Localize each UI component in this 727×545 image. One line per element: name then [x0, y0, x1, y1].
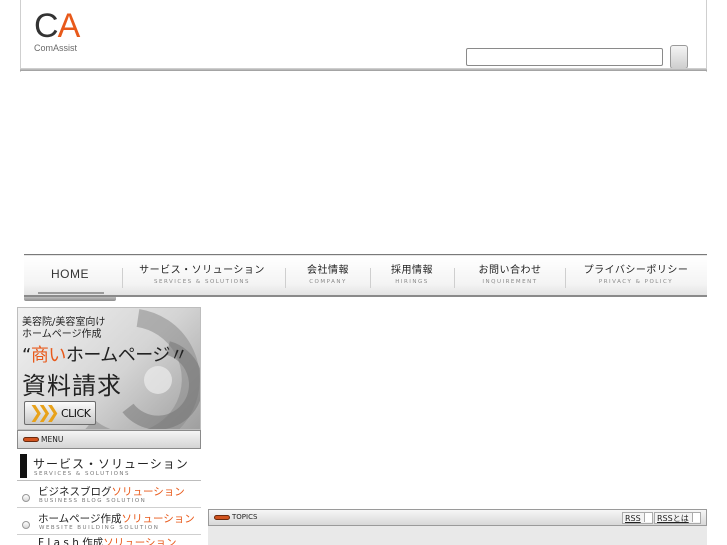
site-header: CA ComAssist — [20, 0, 707, 72]
nav-bottom-rule — [24, 295, 707, 297]
header-divider — [20, 68, 707, 71]
search-input[interactable] — [466, 48, 663, 66]
nav-inquiry-sublabel: INQUIREMENT — [482, 279, 538, 285]
global-nav: HOME サービス・ソリューション SERVICES & SOLUTIONS 会… — [24, 255, 707, 296]
topics-body — [208, 526, 707, 545]
sidebar-item-label: ビジネスブログソリューション — [38, 486, 185, 498]
nav-services-label: サービス・ソリューション — [139, 265, 265, 276]
sidebar-item-services[interactable]: サービス・ソリューション SERVICES & SOLUTIONS — [17, 452, 201, 481]
logo[interactable]: CA ComAssist — [34, 9, 94, 54]
rss-link[interactable]: RSS — [622, 512, 653, 524]
logo-mark: CA — [34, 7, 80, 45]
rss-icon — [643, 513, 652, 522]
nav-separator — [454, 268, 455, 288]
nav-services-sublabel: SERVICES & SOLUTIONS — [153, 279, 251, 285]
sidebar-item-sublabel: BUSINESS BLOG SOLUTION — [39, 498, 147, 504]
rss-about-link[interactable]: RSSとは — [654, 512, 701, 524]
nav-home-label: HOME — [51, 267, 89, 281]
nav-separator — [285, 268, 286, 288]
bullet-icon — [22, 494, 30, 502]
logo-subtitle: ComAssist — [34, 43, 78, 53]
search-button[interactable] — [670, 45, 688, 69]
nav-hirings-sublabel: HIRINGS — [395, 279, 429, 285]
sidebar-item-label: サービス・ソリューション — [33, 457, 189, 471]
nav-services[interactable]: サービス・ソリューション SERVICES & SOLUTIONS — [128, 265, 276, 291]
menu-header: MENU — [17, 430, 201, 449]
sidebar-item-business-blog[interactable]: ビジネスブログソリューション BUSINESS BLOG SOLUTION — [17, 482, 201, 508]
brochure-request-banner[interactable]: 美容院/美容室向け ホームページ作成 “商いホームページ〃 資料請求 ❯❯❯ C… — [17, 307, 201, 430]
banner-headline: “商いホームページ〃 — [22, 345, 188, 366]
topics-label: TOPICS — [232, 513, 258, 521]
nav-hirings-label: 採用情報 — [391, 265, 433, 276]
sidebar-item-sublabel: SERVICES & SOLUTIONS — [34, 471, 131, 477]
nav-privacy-sublabel: PRIVACY & POLICY — [598, 279, 674, 285]
nav-company[interactable]: 会社情報 COMPANY — [290, 265, 366, 291]
banner-line-2: ホームページ作成 — [22, 329, 102, 340]
chevron-right-icon: ❯❯❯ — [29, 403, 60, 423]
banner-click-button[interactable]: ❯❯❯ CLICK — [24, 401, 96, 425]
nav-separator — [565, 268, 566, 288]
nav-inquiry-label: お問い合わせ — [478, 265, 542, 276]
banner-click-label: CLICK — [61, 407, 91, 420]
sidebar-item-label: F l a s h 作成ソリューション — [38, 537, 177, 545]
nav-hirings[interactable]: 採用情報 HIRINGS — [374, 265, 450, 291]
banner-request-text: 資料請求 — [22, 372, 122, 400]
bullet-icon — [22, 521, 30, 529]
page: { "header": { "logo_c": "C", "logo_a": "… — [0, 0, 727, 545]
pill-icon — [23, 437, 39, 442]
nav-company-label: 会社情報 — [307, 265, 349, 276]
nav-tab-tail — [24, 297, 116, 301]
menu-header-label: MENU — [41, 435, 64, 444]
nav-privacy[interactable]: プライバシーポリシー PRIVACY & POLICY — [572, 265, 700, 291]
nav-home[interactable]: HOME — [30, 265, 110, 294]
sidebar-item-flash[interactable]: F l a s h 作成ソリューション — [17, 536, 201, 545]
active-marker — [20, 454, 27, 478]
pill-icon — [214, 515, 230, 520]
nav-separator — [122, 268, 123, 288]
rss-about-icon — [691, 513, 700, 522]
nav-inquiry[interactable]: お問い合わせ INQUIREMENT — [460, 265, 560, 291]
topics-header: TOPICS RSS RSSとは — [208, 509, 707, 526]
nav-privacy-label: プライバシーポリシー — [583, 265, 689, 276]
sidebar-item-sublabel: WEBSITE BUILDING SOLUTION — [39, 525, 160, 531]
nav-company-sublabel: COMPANY — [309, 279, 347, 285]
sidebar-item-website-building[interactable]: ホームページ作成ソリューション WEBSITE BUILDING SOLUTIO… — [17, 509, 201, 535]
nav-separator — [370, 268, 371, 288]
nav-home-underline — [38, 292, 104, 294]
sidebar-item-label: ホームページ作成ソリューション — [38, 513, 195, 525]
